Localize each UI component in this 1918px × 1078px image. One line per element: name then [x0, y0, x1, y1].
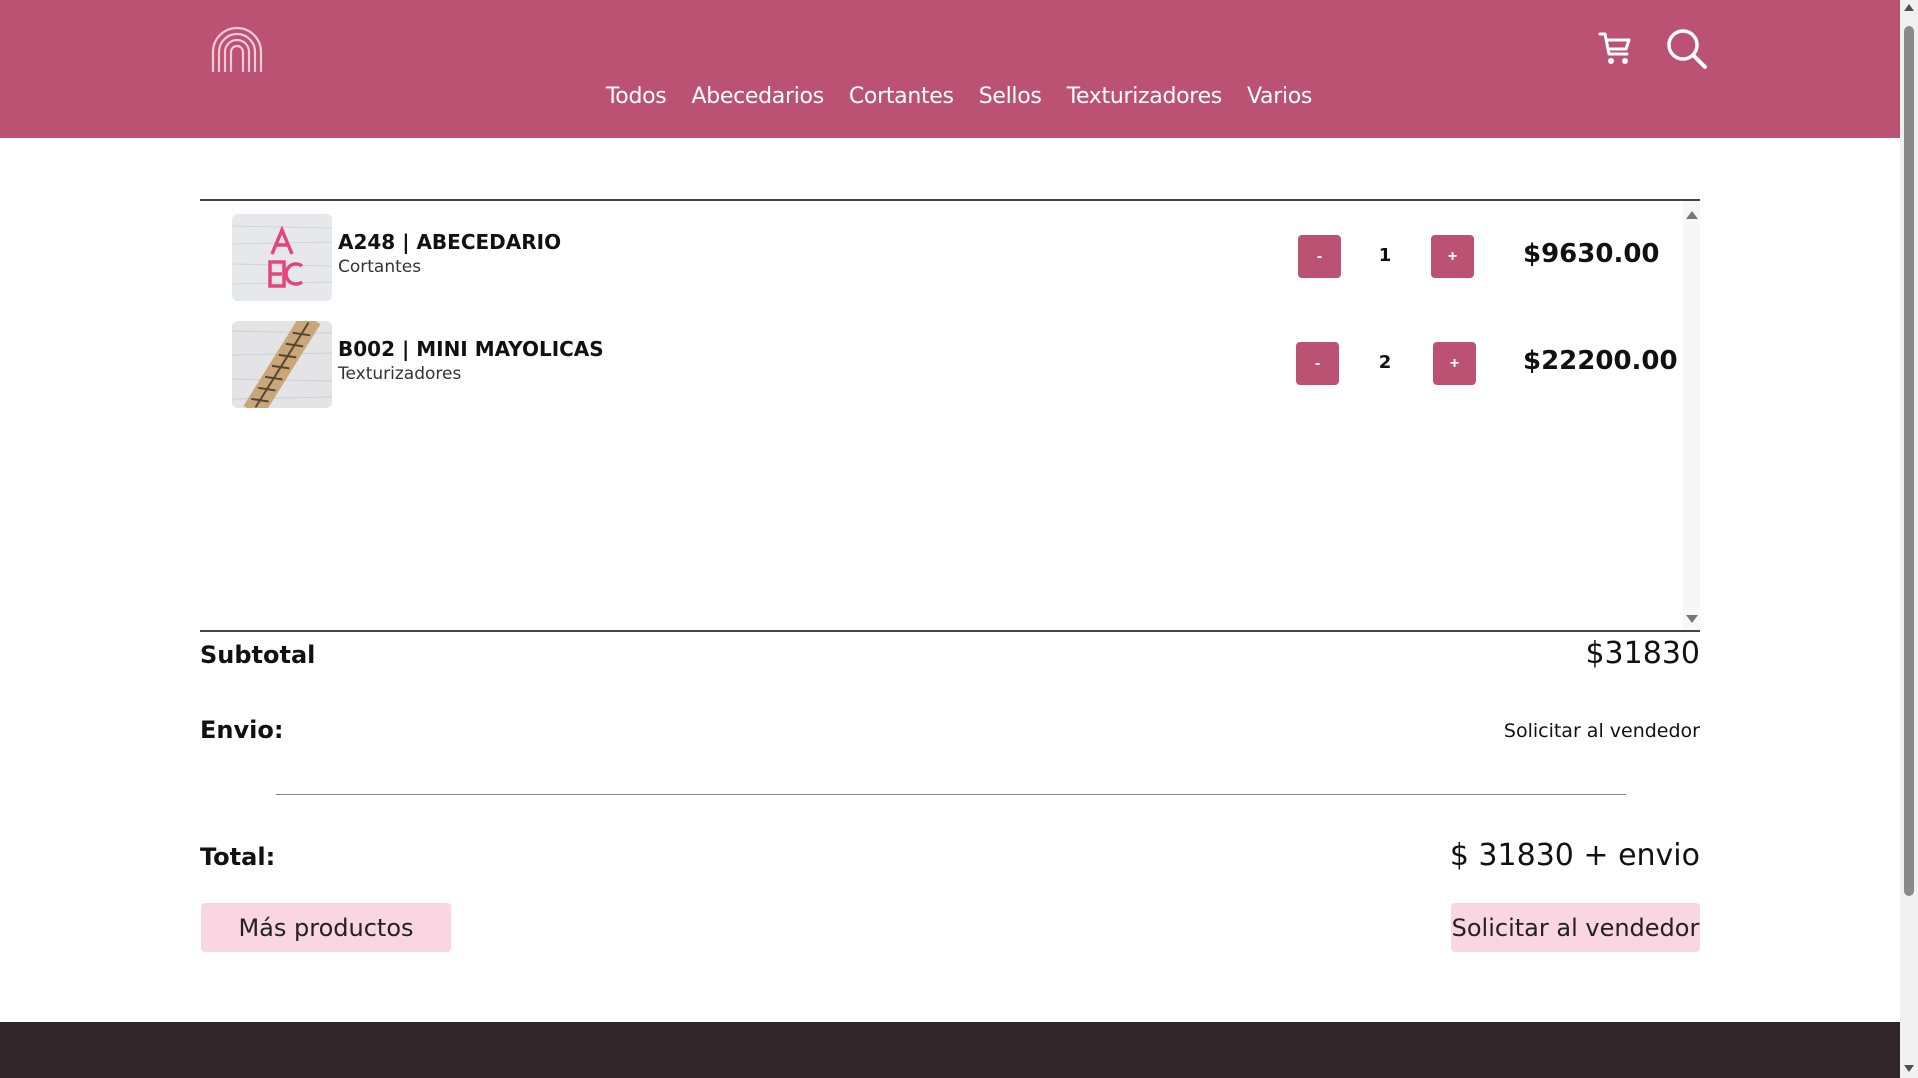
cart-icon[interactable] [1598, 30, 1632, 68]
increase-quantity-button[interactable]: + [1431, 235, 1474, 278]
cart-list-scrollbar[interactable] [1683, 201, 1700, 631]
product-thumbnail [232, 214, 332, 301]
subtotal-value: $31830 [1585, 636, 1700, 671]
site-header: Todos Abecedarios Cortantes Sellos Textu… [0, 0, 1900, 138]
item-price: $22200.00 [1523, 346, 1678, 376]
subtotal-label: Subtotal [200, 641, 316, 669]
scroll-up-arrow-icon[interactable] [1686, 211, 1698, 219]
product-title: A248 | ABECEDARIO [338, 230, 562, 254]
product-category: Texturizadores [338, 364, 462, 384]
shipping-label: Envio: [200, 716, 284, 744]
quantity-value: 1 [1378, 245, 1392, 266]
product-title: B002 | MINI MAYOLICAS [338, 337, 604, 361]
nav-texturizadores[interactable]: Texturizadores [1067, 84, 1223, 109]
cart-bottom-divider [200, 630, 1700, 632]
shipping-value: Solicitar al vendedor [1503, 720, 1700, 742]
rainbow-icon[interactable] [209, 24, 265, 74]
search-icon[interactable] [1666, 28, 1708, 70]
scrollbar-thumb[interactable] [1904, 26, 1914, 896]
nav-sellos[interactable]: Sellos [979, 84, 1042, 109]
increase-quantity-button[interactable]: + [1433, 342, 1476, 385]
more-products-button[interactable]: Más productos [201, 903, 451, 952]
total-label: Total: [200, 843, 276, 871]
nav-todos[interactable]: Todos [606, 84, 667, 109]
total-value: $ 31830 + envio [1449, 838, 1700, 873]
nav-varios[interactable]: Varios [1247, 84, 1312, 109]
product-thumbnail [232, 321, 332, 408]
decrease-quantity-button[interactable]: - [1298, 235, 1341, 278]
scroll-down-arrow-icon[interactable] [1686, 615, 1698, 623]
scroll-down-arrow-icon[interactable] [1904, 1065, 1914, 1072]
nav-abecedarios[interactable]: Abecedarios [691, 84, 824, 109]
item-price: $9630.00 [1523, 239, 1660, 269]
product-category: Cortantes [338, 257, 422, 277]
request-seller-button[interactable]: Solicitar al vendedor [1451, 903, 1700, 952]
nav-cortantes[interactable]: Cortantes [849, 84, 954, 109]
cart-item: A248 | ABECEDARIO Cortantes - 1 + $9630.… [200, 201, 1680, 301]
decrease-quantity-button[interactable]: - [1296, 342, 1339, 385]
cart-item-list[interactable]: A248 | ABECEDARIO Cortantes - 1 + $9630.… [200, 201, 1700, 631]
cart-item: B002 | MINI MAYOLICAS Texturizadores - 2… [200, 308, 1680, 408]
page-scrollbar[interactable] [1900, 0, 1918, 1078]
scroll-up-arrow-icon[interactable] [1904, 4, 1914, 11]
category-nav: Todos Abecedarios Cortantes Sellos Textu… [0, 84, 1900, 109]
summary-divider [276, 794, 1626, 795]
site-footer [0, 1022, 1900, 1078]
quantity-value: 2 [1378, 352, 1392, 373]
